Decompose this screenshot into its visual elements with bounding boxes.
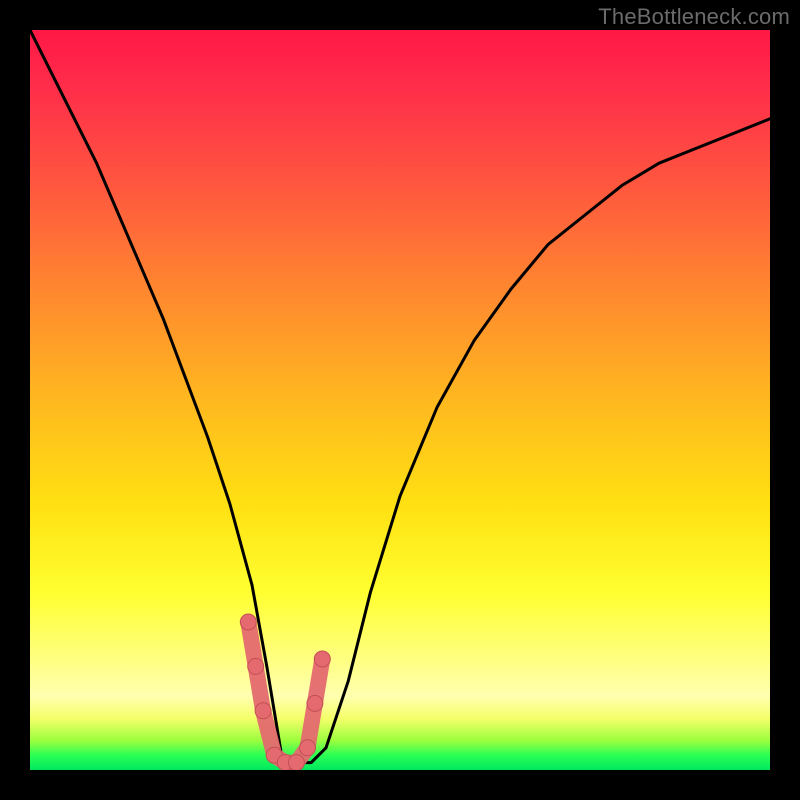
bottleneck-curve [30,30,770,763]
highlight-marker-dot [314,651,330,667]
highlight-marker-dot [248,658,264,674]
curve-layer [30,30,770,770]
chart-frame: TheBottleneck.com [0,0,800,800]
highlight-marker-dot [240,614,256,630]
highlight-marker-dot [307,695,323,711]
bottleneck-curve-path [30,30,770,763]
highlight-marker-dot [288,755,304,770]
plot-area [30,30,770,770]
highlight-markers [240,614,330,770]
highlight-marker-dot [300,740,316,756]
highlight-marker-dot [255,703,271,719]
watermark-text: TheBottleneck.com [598,4,790,30]
